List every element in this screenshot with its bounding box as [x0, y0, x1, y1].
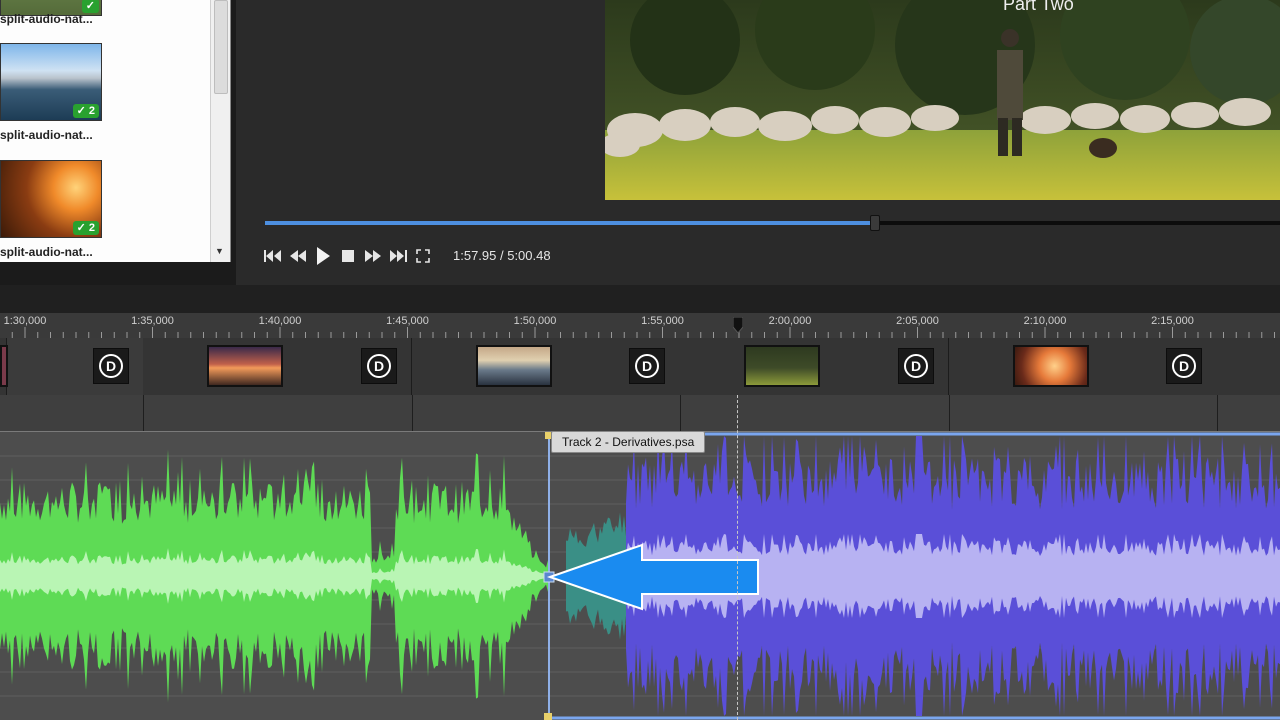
video-clip[interactable]: [0, 338, 8, 395]
transport-controls: [264, 244, 432, 268]
seek-bar[interactable]: [265, 215, 1280, 231]
transition[interactable]: D: [93, 348, 129, 384]
ruler-tick-label: 1:35,000: [131, 315, 174, 327]
clip-thumbnail: [476, 345, 552, 387]
playhead-marker[interactable]: [733, 317, 743, 333]
ruler-tick-label: 1:50,000: [513, 315, 557, 327]
audio-clip-label[interactable]: Track 2 - Derivatives.psa: [551, 431, 706, 453]
used-check-icon: ✓ 2: [72, 221, 99, 235]
audio-track[interactable]: [0, 432, 1280, 720]
panel-divider: [0, 285, 1280, 313]
overlay-track[interactable]: [0, 395, 1280, 432]
ruler-tick-label: 2:10,000: [1023, 315, 1067, 327]
library-scrollbar[interactable]: ▼: [210, 0, 230, 262]
transition[interactable]: D: [1166, 348, 1202, 384]
clip-thumbnail: [207, 345, 283, 387]
ruler-tick-label: 2:05,000: [896, 315, 939, 327]
clip-boundary: [412, 395, 413, 431]
timeline-ruler[interactable]: 1:30,000 1:35,000 1:40,000 1:45,000 1:50,000…: [0, 313, 1280, 339]
clip-boundary: [143, 395, 144, 431]
video-frame: [605, 0, 1280, 200]
clip-boundary: [680, 395, 681, 431]
video-caption: Part Two: [1003, 0, 1074, 14]
media-library-panel: ✓ split-audio-nat... ✓ 2 split-audio-nat…: [0, 0, 231, 262]
stop-icon[interactable]: [339, 246, 357, 266]
transition[interactable]: D: [629, 348, 665, 384]
ruler-tick-label: 1:55,000: [641, 315, 684, 327]
preview-video[interactable]: Part Two: [605, 0, 1280, 200]
audio-waveforms: [0, 432, 1280, 720]
clip-boundary: [949, 395, 950, 431]
time-readout: 1:57.95 / 5:00.48: [453, 248, 551, 263]
clip-thumbnail: [744, 345, 820, 387]
clip-thumbnail: [1013, 345, 1089, 387]
used-check-icon: ✓ 2: [72, 104, 99, 118]
ruler-tick-label: 2:15,000: [1151, 315, 1194, 327]
seek-progress: [265, 221, 874, 225]
transition-icon: D: [99, 354, 123, 378]
go-to-end-icon[interactable]: [389, 246, 407, 266]
edit-cursor-line: [737, 395, 738, 720]
library-item-label: split-audio-nat...: [0, 245, 93, 259]
scrollbar-thumb[interactable]: [214, 0, 228, 94]
fullscreen-icon[interactable]: [414, 246, 432, 266]
library-item-label: split-audio-nat...: [0, 12, 93, 26]
clip-boundary: [1217, 395, 1218, 431]
clip-end-handle: [544, 713, 552, 720]
transition[interactable]: D: [898, 348, 934, 384]
library-thumbnail: ✓ 2: [0, 160, 102, 238]
library-item-label: split-audio-nat...: [0, 128, 93, 142]
seek-handle[interactable]: [870, 215, 880, 231]
ruler-tick-label: 1:45,000: [386, 315, 429, 327]
video-track: D D D D D: [0, 338, 1280, 395]
play-icon[interactable]: [314, 246, 332, 266]
ruler-tick-label: 1:40,000: [258, 315, 302, 327]
transition-icon: D: [367, 354, 391, 378]
library-item[interactable]: ✓ split-audio-nat...: [0, 0, 210, 30]
transition-icon: D: [904, 354, 928, 378]
video-clip[interactable]: [1217, 338, 1280, 395]
transition-icon: D: [635, 354, 659, 378]
fast-forward-icon[interactable]: [364, 246, 382, 266]
ruler-tick-label: 1:30,000: [3, 315, 47, 327]
ruler-ticks: [11, 327, 1275, 338]
scroll-down-icon[interactable]: ▼: [215, 246, 224, 256]
library-thumbnail: ✓ 2: [0, 43, 102, 121]
rewind-icon[interactable]: [289, 246, 307, 266]
library-item[interactable]: ✓ 2 split-audio-nat...: [0, 43, 210, 143]
audio-clip-track1-waveform: [0, 449, 548, 703]
go-to-start-icon[interactable]: [264, 246, 282, 266]
transition[interactable]: D: [361, 348, 397, 384]
library-item[interactable]: ✓ 2 split-audio-nat...: [0, 160, 210, 260]
ruler-tick-label: 2:00,000: [768, 315, 812, 327]
transition-icon: D: [1172, 354, 1196, 378]
